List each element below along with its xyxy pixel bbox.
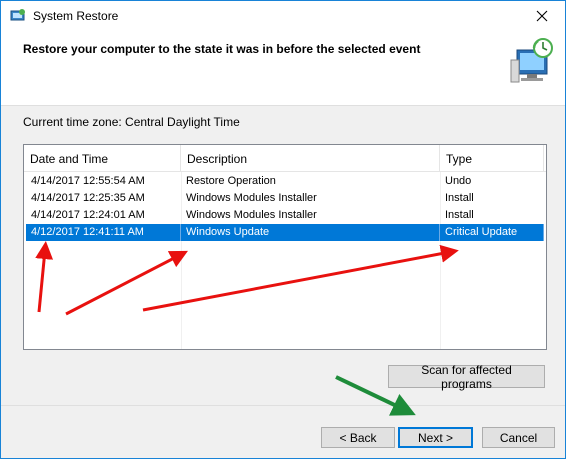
table-row-selected[interactable]: 4/12/2017 12:41:11 AM Windows Update Cri… <box>26 224 544 241</box>
close-icon <box>536 10 548 22</box>
column-header-description[interactable]: Description <box>181 145 440 171</box>
next-button[interactable]: Next > <box>398 427 473 448</box>
table-row[interactable]: 4/14/2017 12:55:54 AM Restore Operation … <box>26 173 544 190</box>
cell-type: Install <box>445 192 474 204</box>
sort-arrow-icon: ⌵ <box>102 155 109 164</box>
cell-description: Restore Operation <box>186 175 276 187</box>
table-row[interactable]: 4/14/2017 12:24:01 AM Windows Modules In… <box>26 207 544 224</box>
cell-type: Critical Update <box>440 224 544 241</box>
timezone-label: Current time zone: Central Daylight Time <box>23 115 240 129</box>
restore-point-list[interactable]: Date and Time ⌵ Description Type 4/14/20… <box>23 144 547 350</box>
header-panel: Restore your computer to the state it wa… <box>1 31 565 106</box>
cell-type: Install <box>445 209 474 221</box>
cell-date: 4/12/2017 12:41:11 AM <box>26 224 181 241</box>
cell-date: 4/14/2017 12:25:35 AM <box>31 192 145 204</box>
cell-description: Windows Modules Installer <box>186 192 317 204</box>
back-button[interactable]: < Back <box>321 427 395 448</box>
close-button[interactable] <box>519 1 565 31</box>
cell-date: 4/14/2017 12:24:01 AM <box>31 209 145 221</box>
cell-type: Undo <box>445 175 472 187</box>
cell-date: 4/14/2017 12:55:54 AM <box>31 175 145 187</box>
system-restore-window: System Restore Restore your computer to … <box>0 0 566 459</box>
page-heading: Restore your computer to the state it wa… <box>23 42 421 56</box>
cell-description: Windows Update <box>181 224 440 241</box>
footer-divider <box>1 405 565 406</box>
column-header-date[interactable]: Date and Time ⌵ <box>24 145 181 171</box>
window-title: System Restore <box>33 9 119 23</box>
title-bar: System Restore <box>1 1 565 31</box>
cell-description: Windows Modules Installer <box>186 209 317 221</box>
scan-affected-programs-button[interactable]: Scan for affected programs <box>388 363 545 391</box>
table-row[interactable]: 4/14/2017 12:25:35 AM Windows Modules In… <box>26 190 544 207</box>
column-header-type[interactable]: Type <box>440 145 544 171</box>
restore-computer-icon <box>510 38 553 83</box>
header-divider <box>24 171 546 172</box>
cancel-button[interactable]: Cancel <box>482 427 555 448</box>
system-restore-icon <box>10 9 25 21</box>
